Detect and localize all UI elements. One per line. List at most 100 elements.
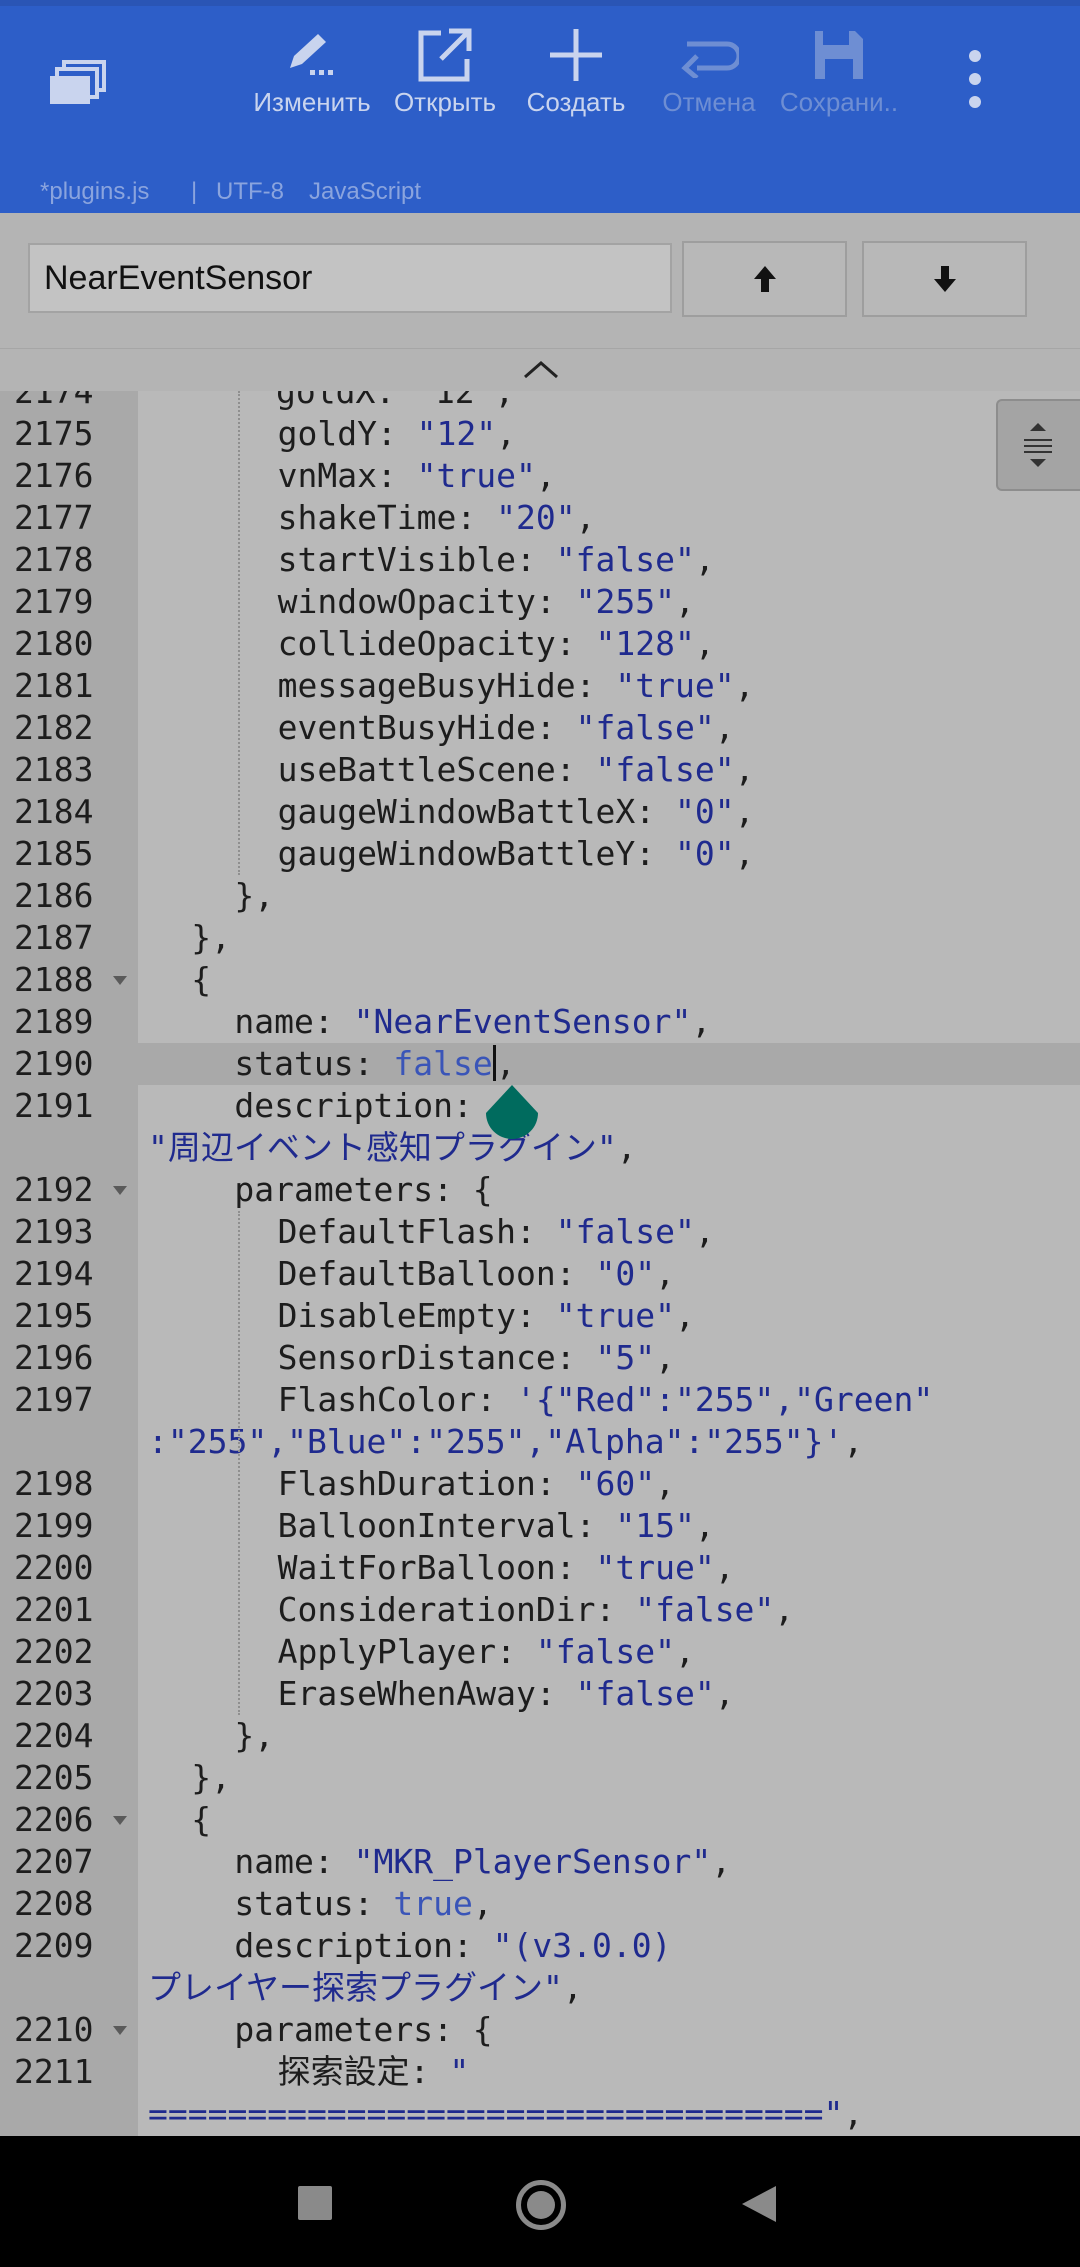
- fold-arrow-icon[interactable]: [113, 976, 127, 985]
- line-number: 2183: [14, 750, 94, 789]
- fast-scroll-thumb[interactable]: [996, 399, 1080, 491]
- code-text: },: [191, 1757, 231, 1799]
- undo-label: Отмена: [662, 87, 756, 117]
- text-cursor-handle[interactable]: [484, 1085, 540, 1147]
- code-token: ,: [496, 414, 517, 453]
- edit-button[interactable]: Изменить: [247, 22, 377, 132]
- code-token: ,: [655, 1254, 675, 1293]
- line-number: 2206: [14, 1800, 94, 1839]
- line-number: 2191: [14, 1086, 94, 1125]
- code-text: goldX: "12",: [276, 391, 515, 411]
- code-text: eventBusyHide: "false",: [278, 707, 735, 749]
- line-number: 2180: [14, 624, 94, 663]
- line-number: 2211: [14, 2052, 94, 2091]
- recents-icon[interactable]: [298, 2186, 332, 2220]
- line-number: 2203: [14, 1674, 94, 1713]
- code-line: 2187},: [0, 917, 1080, 959]
- open-button[interactable]: Открыть: [380, 22, 510, 132]
- code-token: collideOpacity:: [277, 624, 596, 663]
- edit-label: Изменить: [253, 87, 371, 117]
- code-token: ,: [616, 1128, 637, 1167]
- line-number: 2188: [14, 960, 94, 999]
- code-line: 2190 status: false,: [0, 1043, 1080, 1085]
- code-line: 2177 shakeTime: "20",: [0, 497, 1080, 539]
- code-token: ,: [734, 666, 755, 705]
- string-token: "NearEventSensor": [353, 1002, 692, 1041]
- code-line: 2175 goldY: "12",: [0, 413, 1080, 455]
- code-text: status: true,: [234, 1883, 492, 1925]
- code-token: FlashColor:: [277, 1380, 517, 1419]
- find-previous-button[interactable]: [682, 241, 847, 317]
- string-token: "周辺イベント感知プラグイン": [148, 1128, 617, 1167]
- code-line: 2202 ApplyPlayer: "false",: [0, 1631, 1080, 1673]
- code-editor[interactable]: 2174 goldX: "12", 2175 goldY: "12", 2176 vn…: [0, 391, 1080, 2136]
- string-token: プレイヤー探索プラグイン": [148, 1968, 563, 2007]
- fold-arrow-icon[interactable]: [113, 1186, 127, 1195]
- line-number: 2205: [14, 1758, 94, 1797]
- string-token: "128": [595, 624, 695, 663]
- top-toolbar: Изменить Открыть Создать Отмена Сохрани.…: [0, 0, 1080, 155]
- line-number: 2179: [14, 582, 94, 621]
- code-line: 2178 startVisible: "false",: [0, 539, 1080, 581]
- line-number: 2210: [14, 2010, 94, 2049]
- string-token: "MKR_PlayerSensor": [353, 1842, 712, 1881]
- collapse-search-bar[interactable]: [0, 348, 1080, 392]
- string-token: "60": [575, 1464, 656, 1503]
- code-line: 2199 BalloonInterval: "15",: [0, 1505, 1080, 1547]
- save-button[interactable]: Сохрани..: [774, 22, 904, 132]
- code-text: description:: [234, 1085, 492, 1127]
- code-token: ,: [734, 750, 755, 789]
- line-number: 2175: [14, 414, 94, 453]
- find-next-button[interactable]: [862, 241, 1027, 317]
- home-icon[interactable]: [516, 2180, 566, 2230]
- code-token: status:: [234, 1884, 394, 1923]
- code-text: DefaultFlash: "false",: [278, 1211, 715, 1253]
- more-options-icon[interactable]: [955, 50, 995, 120]
- code-text: parameters: {: [234, 2009, 492, 2051]
- code-line: 2208 status: true,: [0, 1883, 1080, 1925]
- line-number: 2185: [14, 834, 94, 873]
- code-line: 2198 FlashDuration: "60",: [0, 1463, 1080, 1505]
- string-token: "255": [575, 582, 675, 621]
- file-info-bar: *plugins.js | UTF-8 JavaScript: [0, 155, 1080, 213]
- code-line-wrap: プレイヤー探索プラグイン",: [0, 1967, 1080, 2009]
- line-number: 2200: [14, 1548, 94, 1587]
- search-input[interactable]: NearEventSensor: [28, 243, 672, 313]
- undo-icon: [644, 22, 774, 87]
- code-token: 探索設定:: [277, 2052, 450, 2091]
- line-number: 2199: [14, 1506, 94, 1545]
- create-button[interactable]: Создать: [511, 22, 641, 132]
- code-token: ,: [495, 1044, 516, 1083]
- code-line: 2206 {: [0, 1799, 1080, 1841]
- code-token: ,: [535, 456, 556, 495]
- code-text: BalloonInterval: "15",: [278, 1505, 715, 1547]
- line-number: 2189: [14, 1002, 94, 1041]
- search-bar: NearEventSensor: [0, 213, 1080, 348]
- line-number: 2177: [14, 498, 94, 537]
- code-text: {: [191, 959, 211, 1001]
- tabs-icon[interactable]: [48, 60, 108, 110]
- undo-button[interactable]: Отмена: [644, 22, 774, 132]
- line-number: 2208: [14, 1884, 94, 1923]
- line-number: 2186: [14, 876, 94, 915]
- back-icon[interactable]: [740, 2184, 778, 2224]
- code-token: },: [191, 1758, 231, 1797]
- code-token: DefaultBalloon:: [277, 1254, 596, 1293]
- open-label: Открыть: [393, 87, 497, 117]
- scroll-handle-icon: [1024, 423, 1052, 467]
- code-token: ,: [691, 1002, 712, 1041]
- fold-arrow-icon[interactable]: [113, 1816, 127, 1825]
- indent-guide: [237, 1211, 240, 1715]
- code-token: shakeTime:: [277, 498, 497, 537]
- code-line: 2181 messageBusyHide: "true",: [0, 665, 1080, 707]
- code-text: gaugeWindowBattleX: "0",: [278, 791, 755, 833]
- code-token: ,: [655, 1464, 675, 1503]
- code-text: windowOpacity: "255",: [278, 581, 695, 623]
- code-line-partial: 2174 goldX: "12",: [0, 391, 1080, 413]
- string-token: "false": [555, 540, 695, 579]
- code-line: 2194 DefaultBalloon: "0",: [0, 1253, 1080, 1295]
- fold-arrow-icon[interactable]: [113, 2026, 127, 2035]
- string-token: "false": [555, 1212, 695, 1251]
- code-line: 2195 DisableEmpty: "true",: [0, 1295, 1080, 1337]
- code-token: ,: [843, 2094, 864, 2133]
